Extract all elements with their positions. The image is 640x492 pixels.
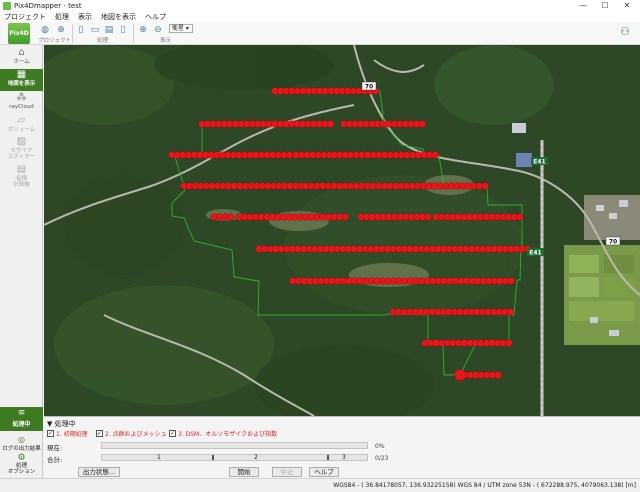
maximize-button[interactable]: ☐ xyxy=(594,0,616,11)
minimize-button[interactable]: — xyxy=(572,0,594,11)
cancel-button[interactable]: 中止 xyxy=(272,467,302,477)
index-calculator-icon: ▤ xyxy=(16,164,27,175)
total-tick-1: 1 xyxy=(157,454,161,461)
window-title: Pix4Dmapper - test xyxy=(14,1,82,10)
road-label-e41: E41 xyxy=(533,159,545,166)
total-progress-value: 0/23 xyxy=(375,455,389,462)
waypoint[interactable] xyxy=(424,213,432,221)
log-output-button[interactable]: ◎ ログの出力結果 xyxy=(0,435,43,452)
volume-icon: ▱ xyxy=(17,115,26,126)
processing-options-button[interactable]: ⚙ 処理 オプション xyxy=(0,453,43,475)
log-icon: ◎ xyxy=(18,435,25,444)
pix4d-logo: Pix4D xyxy=(8,23,30,44)
save-icon[interactable]: ▤ xyxy=(104,25,114,35)
map-icon: ▦ xyxy=(16,69,27,80)
coordinate-readout: WGS84 - ( 36.84178057, 136.93225158) WGS… xyxy=(333,482,636,489)
total-tick-3: 3 xyxy=(342,454,346,461)
toolbar-group-process: 処理 xyxy=(97,38,109,44)
help-button[interactable]: ヘルプ xyxy=(309,467,339,477)
toolbar-group-view: 表示 xyxy=(160,38,172,44)
processing-panel: ▼ 処理中 ✓ 1. 初期処理 ✓ 2. 点群およびメッシュ ✓ 3. DSM、… xyxy=(44,416,640,478)
menu-map-view[interactable]: 地図を表示 xyxy=(101,12,136,22)
report-icon[interactable]: ▯ xyxy=(118,25,128,35)
processing-icon: ≡ xyxy=(17,408,26,418)
sidebar-item-map-view[interactable]: ▦ 地図を表示 xyxy=(0,69,43,91)
waypoint[interactable] xyxy=(494,371,502,379)
waypoint[interactable] xyxy=(431,151,439,159)
checkbox-checked-icon: ✓ xyxy=(96,430,103,437)
road-label-70: 70 xyxy=(365,84,373,91)
app-icon xyxy=(3,1,11,10)
waypoint[interactable] xyxy=(286,151,294,159)
crosshair-icon[interactable]: ⊕ xyxy=(56,25,66,35)
new-doc-icon[interactable]: ▯ xyxy=(76,25,86,35)
menu-view[interactable]: 表示 xyxy=(78,12,92,22)
zoom-out-icon[interactable]: ⊖ xyxy=(153,25,163,35)
step-1-checkbox[interactable]: ✓ 1. 初期処理 xyxy=(47,429,88,438)
sidebar-item-index-calculator[interactable]: ▤ 指標 計算機 xyxy=(0,164,43,190)
menu-project[interactable]: プロジェクト xyxy=(4,12,46,22)
raycloud-icon: ⁂ xyxy=(16,92,27,103)
step-2-checkbox[interactable]: ✓ 2. 点群およびメッシュ xyxy=(96,429,167,438)
menu-process[interactable]: 処理 xyxy=(55,12,69,22)
folder-icon[interactable]: ▭ xyxy=(90,25,100,35)
menu-bar: プロジェクト 処理 表示 地図を表示 ヘルプ xyxy=(0,11,640,22)
zoom-in-icon[interactable]: ⊕ xyxy=(138,25,148,35)
sidebar-item-mosaic-editor[interactable]: ▨ モザイク エディター xyxy=(0,136,43,162)
processing-header[interactable]: ▼ 処理中 xyxy=(47,419,76,429)
title-bar: Pix4Dmapper - test — ☐ ✕ xyxy=(0,0,640,11)
current-progress-bar xyxy=(101,442,368,449)
total-tick-2: 2 xyxy=(254,454,258,461)
waypoint[interactable] xyxy=(505,339,513,347)
user-icon[interactable]: ⚇ xyxy=(620,25,630,38)
output-status-button[interactable]: 出力状態... xyxy=(78,467,120,477)
waypoint[interactable] xyxy=(481,182,489,190)
current-progress-label: 現在: xyxy=(47,444,63,452)
sidebar-item-raycloud[interactable]: ⁂ rayCloud xyxy=(0,92,43,114)
waypoint[interactable] xyxy=(227,213,235,221)
total-progress-bar: 1 2 3 xyxy=(101,454,368,461)
satellite-map[interactable]: 70 E41 E41 70 xyxy=(44,45,640,416)
start-button[interactable]: 開始 xyxy=(229,467,259,477)
waypoint[interactable] xyxy=(418,120,426,128)
waypoint[interactable] xyxy=(507,277,515,285)
checkbox-checked-icon: ✓ xyxy=(47,430,54,437)
toolbar-group-project: プロジェクト xyxy=(38,38,72,44)
step-3-checkbox[interactable]: ✓ 3. DSM、オルソモザイクおよび指数 xyxy=(169,429,277,438)
sidebar-item-home[interactable]: ⌂ ホーム xyxy=(0,47,43,69)
checkbox-checked-icon: ✓ xyxy=(169,430,176,437)
total-progress-label: 合計: xyxy=(47,456,63,464)
close-button[interactable]: ✕ xyxy=(616,0,638,11)
gear-icon: ⚙ xyxy=(17,453,26,463)
open-project-icon[interactable]: ◍ xyxy=(40,25,50,35)
toolbar: Pix4D ◍ ⊕ プロジェクト ▯ ▭ ▤ ▯ 処理 ⊕ ⊖ 衛星 ▾ 表示 … xyxy=(0,22,640,45)
road-label-e41-south: E41 xyxy=(529,250,541,257)
sidebar-item-volume[interactable]: ▱ ボリューム xyxy=(0,115,43,137)
menu-help[interactable]: ヘルプ xyxy=(145,12,166,22)
waypoint[interactable] xyxy=(516,213,524,221)
waypoint[interactable] xyxy=(341,213,349,221)
processing-status-tab[interactable]: ≡ 処理中 xyxy=(0,407,43,431)
waypoint[interactable] xyxy=(327,120,335,128)
map-canvas[interactable]: 70 E41 E41 70 xyxy=(44,45,640,416)
start-waypoint[interactable] xyxy=(454,369,466,381)
status-bar: WGS84 - ( 36.84178057, 136.93225158) WGS… xyxy=(0,478,640,492)
sidebar: ⌂ ホーム ▦ 地図を表示 ⁂ rayCloud ▱ ボリューム ▨ モザイク … xyxy=(0,45,43,492)
road-label-70-east: 70 xyxy=(609,239,617,246)
home-icon: ⌂ xyxy=(18,47,25,58)
current-progress-value: 0% xyxy=(375,443,385,450)
mosaic-icon: ▨ xyxy=(16,136,27,147)
waypoint[interactable] xyxy=(507,308,515,316)
basemap-select[interactable]: 衛星 ▾ xyxy=(169,24,193,33)
